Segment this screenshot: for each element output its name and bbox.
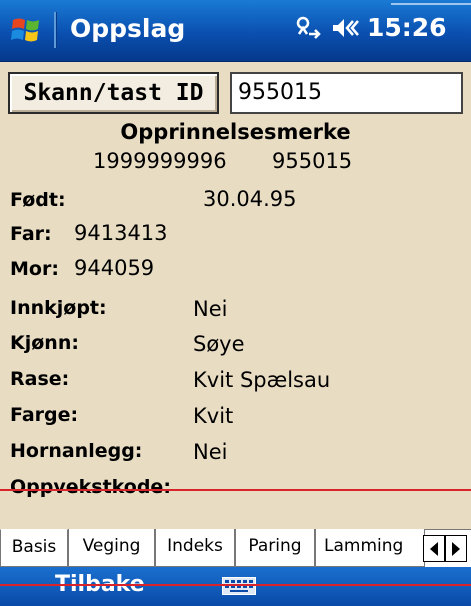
fodt-value: 30.04.95 — [203, 187, 297, 211]
tab-scroll-right-button[interactable] — [445, 535, 467, 562]
tab-lamming[interactable]: Lamming — [315, 529, 425, 567]
tab-paring[interactable]: Paring — [235, 529, 315, 567]
volume-icon[interactable] — [331, 15, 359, 41]
kjonn-value: Søye — [193, 332, 245, 356]
connectivity-icon[interactable] — [293, 14, 323, 42]
far-value: 9413413 — [74, 221, 168, 245]
mor-value: 944059 — [74, 256, 155, 280]
opprinnelsesmerke-heading: Opprinnelsesmerke — [120, 120, 351, 144]
fodt-label: Født: — [10, 189, 66, 211]
content-area: Skann/tast ID 955015 Opprinnelsesmerke 1… — [0, 62, 471, 530]
tab-scroll-left-button[interactable] — [423, 535, 445, 562]
keyboard-icon[interactable] — [222, 577, 256, 595]
rase-value: Kvit Spælsau — [193, 368, 331, 392]
title-bar: Oppslag 15:26 — [0, 0, 471, 62]
menu-bar: Tilbake — [0, 567, 471, 606]
tab-indeks[interactable]: Indeks — [155, 529, 235, 567]
rase-label: Rase: — [10, 368, 70, 390]
far-label: Far: — [10, 223, 52, 245]
title-bar-highlight — [391, 3, 471, 5]
hornanlegg-value: Nei — [193, 440, 228, 464]
windows-start-icon[interactable] — [10, 14, 42, 46]
opprinnelsesmerke-value-2: 955015 — [272, 149, 353, 173]
oppvekstkode-label: Oppvekstkode: — [10, 476, 171, 498]
arrow-left-icon — [430, 541, 438, 556]
red-rule-line-bottom — [0, 584, 471, 586]
app-title: Oppslag — [70, 14, 186, 43]
title-separator — [54, 12, 57, 48]
red-rule-line — [0, 489, 471, 491]
tab-veging[interactable]: Veging — [68, 529, 155, 567]
opprinnelsesmerke-value-1: 1999999996 — [93, 149, 227, 173]
farge-label: Farge: — [10, 404, 79, 426]
hornanlegg-label: Hornanlegg: — [10, 440, 143, 462]
mor-label: Mor: — [10, 258, 59, 280]
farge-value: Kvit — [193, 404, 234, 428]
innkjopt-label: Innkjøpt: — [10, 297, 107, 319]
kjonn-label: Kjønn: — [10, 332, 79, 354]
innkjopt-value: Nei — [193, 297, 228, 321]
scan-id-button[interactable]: Skann/tast ID — [8, 72, 219, 114]
arrow-right-icon — [452, 541, 460, 556]
status-area[interactable]: 15:26 — [293, 13, 447, 42]
id-input[interactable]: 955015 — [230, 72, 463, 114]
clock-time[interactable]: 15:26 — [367, 13, 447, 42]
tab-basis[interactable]: Basis — [0, 529, 68, 567]
tab-bar: Basis Veging Indeks Paring Lamming — [0, 529, 471, 567]
